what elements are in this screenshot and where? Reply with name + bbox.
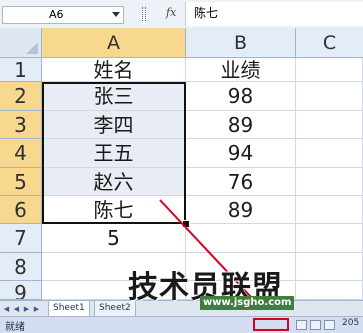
page-layout-view-icon[interactable] bbox=[310, 320, 321, 330]
normal-view-icon[interactable] bbox=[296, 320, 307, 330]
status-ready: 就绪 bbox=[5, 322, 25, 333]
watermark-url: www.jsgho.com bbox=[200, 296, 295, 310]
status-bar: 就绪 205 bbox=[0, 316, 363, 333]
sheet-tab-sheet1[interactable]: Sheet1 bbox=[48, 301, 90, 317]
first-sheet-icon[interactable]: ◀ bbox=[2, 304, 11, 314]
last-sheet-icon[interactable]: ▶ bbox=[32, 304, 41, 314]
status-count-highlight bbox=[253, 318, 289, 331]
zoom-level[interactable]: 205 bbox=[342, 318, 359, 328]
prev-sheet-icon[interactable]: ◀ bbox=[12, 304, 21, 314]
next-sheet-icon[interactable]: ▶ bbox=[22, 304, 31, 314]
page-break-view-icon[interactable] bbox=[324, 320, 335, 330]
